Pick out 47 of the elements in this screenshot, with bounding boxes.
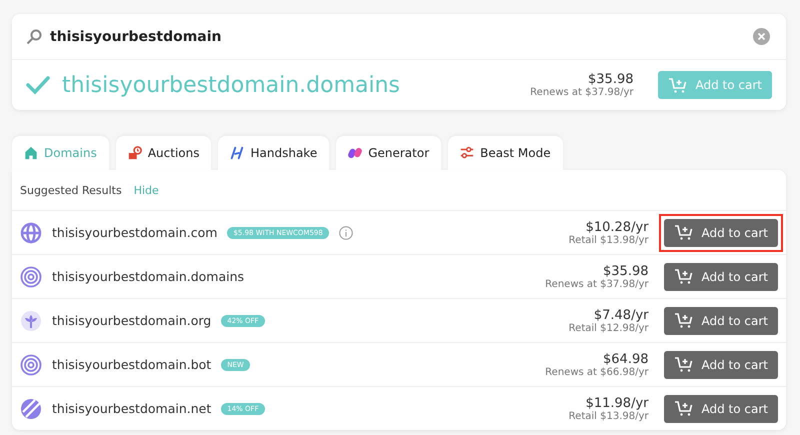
retail-price: Retail $13.98/yr	[568, 234, 648, 246]
add-to-cart-button[interactable]: Add to cart	[664, 218, 778, 246]
domain-name: thisisyourbestdomain.org	[52, 313, 212, 328]
price: $64.98	[603, 352, 648, 366]
price: $10.28/yr	[586, 220, 648, 234]
plant-icon	[20, 310, 42, 332]
search-field[interactable]: thisisyourbestdomain	[50, 28, 745, 44]
price: $7.48/yr	[594, 308, 648, 322]
globe-icon	[20, 222, 42, 244]
price: $11.98/yr	[586, 396, 648, 410]
cart-icon	[674, 224, 694, 241]
clear-icon[interactable]	[753, 28, 770, 45]
retail-price: Renews at $37.98/yr	[545, 278, 648, 290]
add-to-cart-button[interactable]: Add to cart	[664, 262, 778, 290]
domain-name: thisisyourbestdomain.domains	[52, 269, 244, 284]
stripes-icon	[20, 398, 42, 420]
price: $35.98	[588, 72, 634, 87]
retail-price: Renews at $66.98/yr	[545, 366, 648, 378]
check-icon	[26, 75, 50, 95]
domain-name: thisisyourbestdomain.bot	[52, 357, 212, 372]
add-to-cart-button[interactable]: Add to cart	[664, 306, 778, 334]
info-icon[interactable]	[338, 226, 353, 240]
domain-name: thisisyourbestdomain.domains	[62, 72, 402, 98]
tab[interactable]: Generator	[336, 136, 442, 170]
domain-name: thisisyourbestdomain.net	[52, 401, 212, 416]
target-icon	[20, 266, 42, 288]
cart-icon	[674, 400, 694, 417]
price: $35.98	[603, 264, 648, 278]
section-title: Suggested Results	[20, 184, 122, 196]
generator-icon	[348, 146, 362, 160]
tab[interactable]: Auctions	[116, 136, 212, 170]
retail-price: Retail $13.98/yr	[568, 410, 648, 422]
cart-icon	[668, 76, 688, 94]
cart-icon	[674, 312, 694, 329]
cart-icon	[674, 356, 694, 373]
home-icon	[24, 146, 38, 160]
renewal-price: Renews at $37.98/yr	[530, 87, 634, 98]
add-to-cart-button[interactable]: Add to cart	[664, 350, 778, 378]
add-to-cart-button[interactable]: Add to cart	[664, 394, 778, 422]
target-icon	[20, 354, 42, 376]
retail-price: Retail $12.98/yr	[568, 322, 648, 334]
tab[interactable]: Beast Mode	[448, 136, 563, 170]
cart-icon	[674, 268, 694, 285]
tab[interactable]: Handshake	[218, 136, 330, 170]
domain-name: thisisyourbestdomain.com	[52, 225, 218, 240]
sliders-icon	[460, 146, 474, 160]
search-icon	[26, 28, 42, 44]
